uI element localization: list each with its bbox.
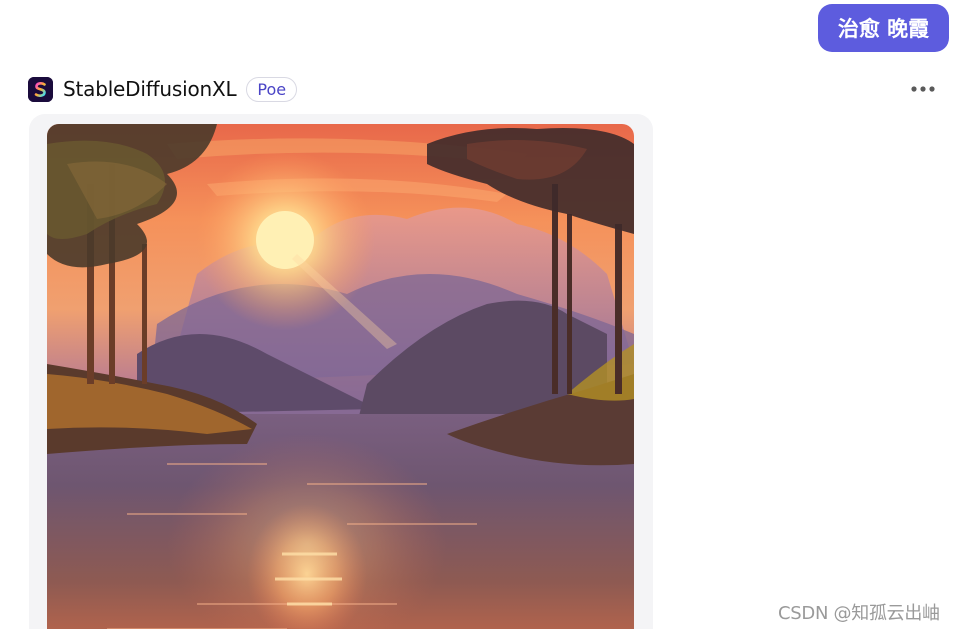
bot-header: StableDiffusionXL Poe <box>28 75 298 103</box>
sunset-landscape-image <box>47 124 634 629</box>
more-horizontal-icon <box>911 86 935 92</box>
bot-name[interactable]: StableDiffusionXL <box>63 77 237 101</box>
stablediffusion-logo-icon[interactable] <box>28 76 53 102</box>
more-options-button[interactable] <box>906 76 940 102</box>
user-message-bubble: 治愈 晚霞 <box>818 4 949 52</box>
csdn-watermark: CSDN @知孤云出岫 <box>778 603 940 624</box>
generated-image[interactable] <box>47 124 634 629</box>
bot-badge: Poe <box>246 76 298 102</box>
chat-page: 治愈 晚霞 StableDiffusionXL Poe CSDN @知孤云出岫 <box>0 0 964 629</box>
user-message-text: 治愈 晚霞 <box>837 17 930 41</box>
